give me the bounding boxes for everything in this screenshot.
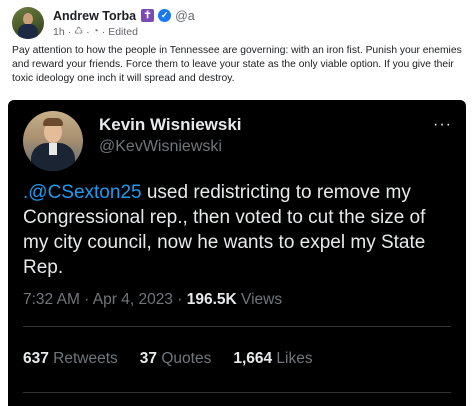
avatar-hair (43, 118, 63, 126)
retweets-stat: 637 Retweets (23, 350, 118, 368)
tweet-avatar (23, 111, 83, 171)
tweet-timestamp-row: 7:32 AM · Apr 4, 2023 · 196.5K Views (23, 291, 282, 309)
avatar-body (18, 24, 38, 39)
more-options-icon: ··· (433, 116, 452, 133)
quotes-count: 37 (139, 350, 158, 367)
tweet-timestamp: 7:32 AM · Apr 4, 2023 · (23, 291, 187, 308)
social-post: Andrew Torba ✝ ✓ @a 1h · ♺ · ◔ · Edited … (0, 0, 474, 406)
views-count: 196.5K (186, 291, 237, 308)
cross-icon: ✝ (141, 9, 155, 22)
tweet-mention: .@CSexton25 (23, 182, 142, 203)
tweet-text: .@CSexton25 used redistricting to remove… (23, 180, 453, 280)
avatar[interactable] (12, 7, 44, 39)
author-row: Andrew Torba ✝ ✓ @a (53, 8, 195, 24)
avatar-collar (49, 143, 57, 155)
post-body-text: Pay attention to how the people in Tenne… (12, 45, 462, 84)
quotes-label: Quotes (157, 350, 212, 367)
retweets-count: 637 (23, 350, 49, 367)
post-header: Andrew Torba ✝ ✓ @a 1h · ♺ · ◔ · Edited (12, 7, 195, 39)
visibility-icon: ◔ (92, 26, 99, 37)
verified-icon: ✓ (158, 9, 172, 22)
separator-dot: · (67, 25, 72, 38)
quotes-stat: 37 Quotes (140, 350, 212, 368)
divider (23, 392, 451, 393)
tweet-author-name: Kevin Wisniewski (99, 115, 242, 134)
views-label: Views (236, 291, 283, 308)
likes-label: Likes (272, 350, 313, 367)
separator-dot: · (86, 25, 90, 38)
edited-label: Edited (108, 25, 138, 38)
separator-dot: · (101, 25, 106, 38)
post-meta: Andrew Torba ✝ ✓ @a 1h · ♺ · ◔ · Edited (53, 8, 195, 39)
reshare-icon: ♺ (74, 26, 84, 37)
quoted-tweet-screenshot[interactable]: Kevin Wisniewski @KevWisniewski ··· .@CS… (8, 100, 466, 406)
author-name[interactable]: Andrew Torba (53, 9, 136, 23)
retweets-label: Retweets (48, 350, 118, 367)
likes-count: 1,664 (233, 350, 273, 367)
tweet-author-handle: @KevWisniewski (99, 138, 222, 155)
post-time[interactable]: 1h (53, 26, 65, 38)
author-handle[interactable]: @a (175, 9, 195, 23)
tweet-stats: 637 Retweets 37 Quotes 1,664 Likes (23, 350, 335, 368)
likes-stat: 1,664 Likes (233, 350, 312, 368)
post-subline: 1h · ♺ · ◔ · Edited (53, 25, 195, 39)
divider (23, 326, 451, 327)
